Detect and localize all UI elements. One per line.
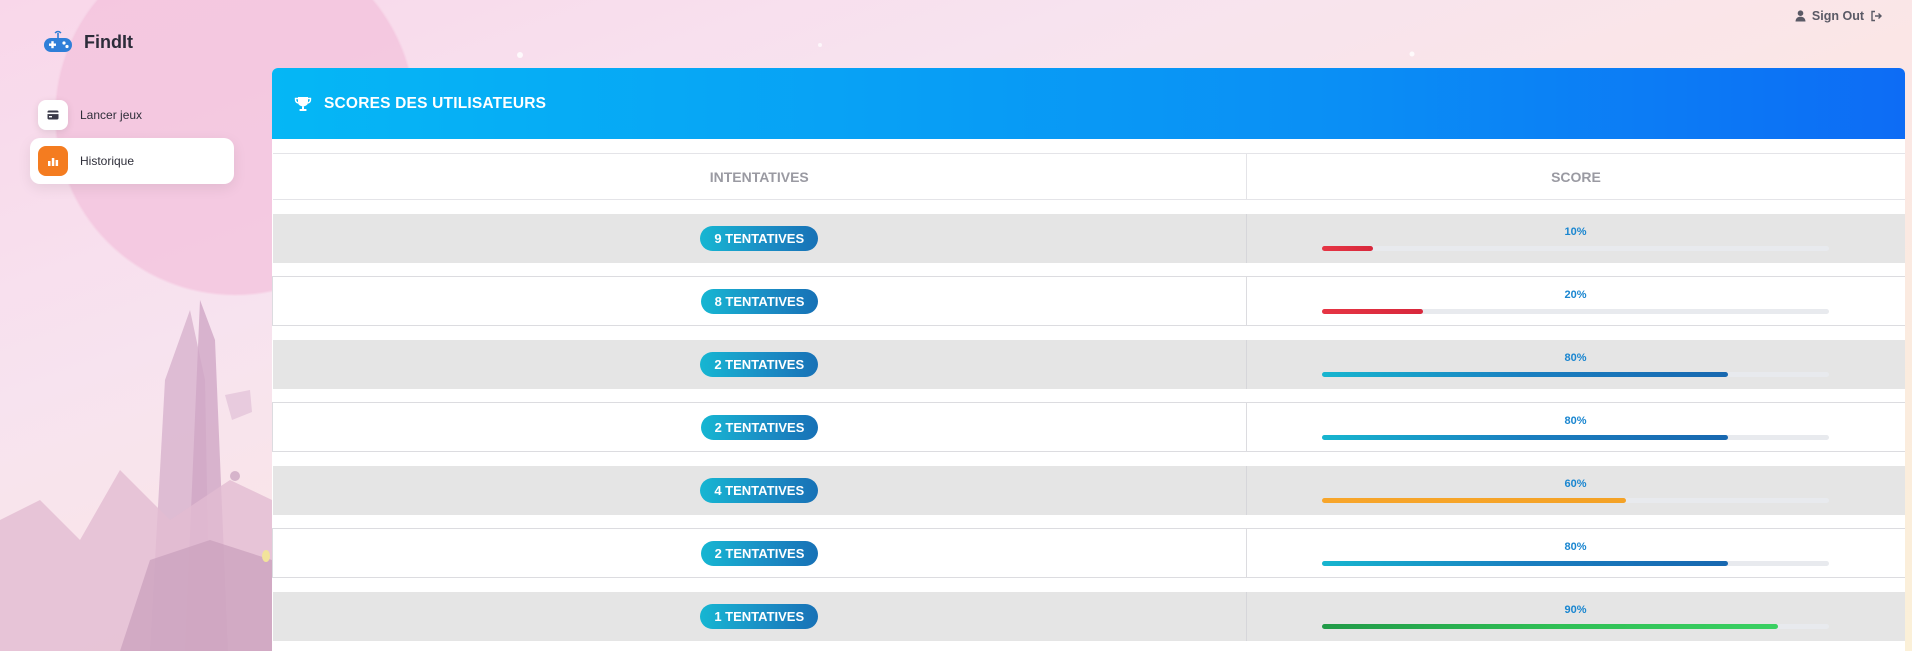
attempts-cell: 1 TENTATIVES — [272, 591, 1247, 641]
app-brand[interactable]: FindIt — [42, 30, 133, 54]
card-header: SCORES DES UTILISATEURS — [272, 68, 1905, 139]
column-header-score[interactable]: SCORE — [1246, 153, 1905, 200]
table-row[interactable]: 4 TENTATIVES 60% — [272, 465, 1905, 515]
progress-fill — [1322, 435, 1728, 440]
progress-fill — [1322, 309, 1424, 314]
scores-table: INTENTATIVES SCORE 9 TENTATIVES 10% 8 TENT… — [272, 153, 1905, 641]
score-percent: 80% — [1564, 541, 1587, 553]
score-progress: 20% — [1322, 281, 1829, 321]
attempts-cell: 4 TENTATIVES — [272, 465, 1247, 515]
score-progress: 80% — [1322, 344, 1829, 384]
gamepad-logo-icon — [44, 30, 72, 52]
score-cell: 60% — [1246, 465, 1905, 515]
card-title: SCORES DES UTILISATEURS — [324, 94, 547, 112]
attempts-badge: 2 TENTATIVES — [700, 540, 819, 566]
score-cell: 90% — [1246, 591, 1905, 641]
progress-track — [1322, 309, 1829, 314]
score-cell: 80% — [1246, 528, 1905, 578]
progress-fill — [1322, 498, 1627, 503]
table-row[interactable]: 1 TENTATIVES 90% — [272, 591, 1905, 641]
trophy-icon — [294, 96, 312, 111]
progress-fill — [1322, 246, 1373, 251]
sidebar: Lancer jeux Historique — [30, 92, 234, 184]
card-icon — [38, 100, 68, 130]
attempts-badge: 4 TENTATIVES — [700, 477, 819, 503]
score-progress: 90% — [1322, 596, 1829, 636]
score-cell: 10% — [1246, 213, 1905, 263]
attempts-cell: 2 TENTATIVES — [272, 339, 1247, 389]
table-row[interactable]: 8 TENTATIVES 20% — [272, 276, 1905, 326]
progress-track — [1322, 498, 1829, 503]
progress-track — [1322, 372, 1829, 377]
progress-fill — [1322, 561, 1728, 566]
app-name: FindIt — [84, 31, 133, 52]
attempts-cell: 2 TENTATIVES — [272, 528, 1247, 578]
sign-out-label: Sign Out — [1811, 9, 1864, 23]
score-percent: 10% — [1564, 226, 1587, 238]
progress-track — [1322, 435, 1829, 440]
attempts-badge: 9 TENTATIVES — [700, 225, 819, 251]
attempts-badge: 2 TENTATIVES — [700, 351, 819, 377]
column-header-attempts[interactable]: INTENTATIVES — [272, 153, 1247, 200]
attempts-cell: 9 TENTATIVES — [272, 213, 1247, 263]
score-progress: 10% — [1322, 218, 1829, 258]
score-cell: 80% — [1246, 402, 1905, 452]
score-progress: 80% — [1322, 407, 1829, 447]
scores-card: SCORES DES UTILISATEURS INTENTATIVES SCO… — [272, 68, 1905, 651]
progress-fill — [1322, 372, 1728, 377]
score-cell: 80% — [1246, 339, 1905, 389]
attempts-cell: 2 TENTATIVES — [272, 402, 1247, 452]
sidebar-item-label: Historique — [80, 154, 135, 168]
chart-icon — [38, 146, 68, 176]
score-percent: 60% — [1564, 478, 1587, 490]
sidebar-item-lancer-jeux[interactable]: Lancer jeux — [30, 92, 234, 138]
sign-out-icon — [1871, 10, 1882, 22]
score-progress: 60% — [1322, 470, 1829, 510]
score-progress: 80% — [1322, 533, 1829, 573]
score-percent: 80% — [1564, 415, 1587, 427]
attempts-cell: 8 TENTATIVES — [272, 276, 1247, 326]
progress-track — [1322, 246, 1829, 251]
progress-track — [1322, 561, 1829, 566]
table-row[interactable]: 2 TENTATIVES 80% — [272, 402, 1905, 452]
table-row[interactable]: 2 TENTATIVES 80% — [272, 339, 1905, 389]
attempts-badge: 2 TENTATIVES — [700, 414, 819, 440]
table-row[interactable]: 9 TENTATIVES 10% — [272, 213, 1905, 263]
progress-track — [1322, 624, 1829, 629]
attempts-badge: 8 TENTATIVES — [700, 288, 819, 314]
progress-fill — [1322, 624, 1779, 629]
score-cell: 20% — [1246, 276, 1905, 326]
sidebar-item-historique[interactable]: Historique — [30, 138, 234, 184]
table-row[interactable]: 2 TENTATIVES 80% — [272, 528, 1905, 578]
score-percent: 20% — [1564, 289, 1587, 301]
user-icon — [1795, 10, 1806, 22]
score-percent: 90% — [1564, 604, 1587, 616]
attempts-badge: 1 TENTATIVES — [700, 603, 819, 629]
sidebar-item-label: Lancer jeux — [80, 108, 143, 122]
sign-out-button[interactable]: Sign Out — [1795, 9, 1882, 23]
score-percent: 80% — [1564, 352, 1587, 364]
